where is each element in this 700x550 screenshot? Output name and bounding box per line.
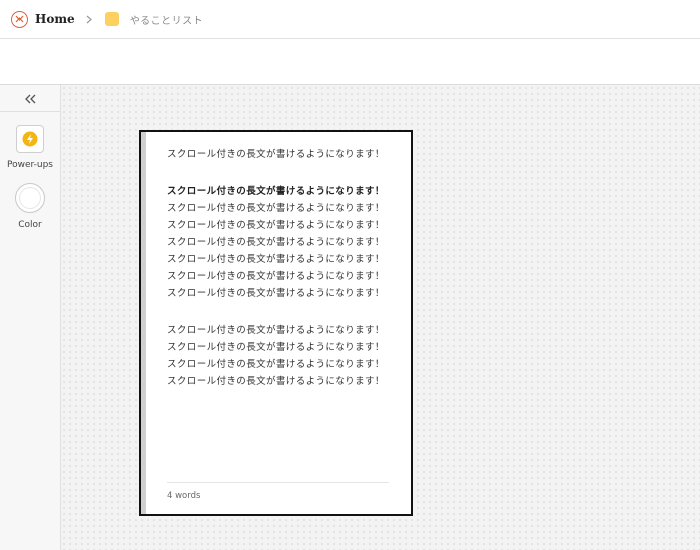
sidebar: Power-ups Color xyxy=(0,85,61,550)
logo-icon[interactable] xyxy=(11,10,28,28)
toolbar xyxy=(0,39,700,85)
color-label: Color xyxy=(18,220,42,230)
breadcrumb-home[interactable]: Home xyxy=(35,12,75,26)
note-bold-text: スクロール付きの長文が書けるようになります！ xyxy=(167,186,385,197)
note-word-count: 4 words xyxy=(167,482,389,501)
collapse-double-chevron-icon xyxy=(24,89,37,108)
chevron-right-icon xyxy=(86,15,92,24)
powerups-button[interactable] xyxy=(16,125,44,153)
note-side-bar xyxy=(141,132,146,514)
note-body[interactable]: スクロール付きの長文が書けるようになります！ スクロール付きの長文が書けるように… xyxy=(167,146,389,466)
powerups-tool[interactable]: Power-ups xyxy=(0,112,60,170)
lightning-icon xyxy=(22,131,38,147)
note-paragraph: スクロール付きの長文が書けるようになります！ xyxy=(167,149,385,160)
note-fade-overlay xyxy=(167,406,389,466)
color-circle-icon[interactable] xyxy=(15,183,45,213)
color-tool[interactable]: Color xyxy=(0,170,60,230)
note-paragraph: スクロール付きの長文が書けるようになります！スクロール付きの長文が書けるようにな… xyxy=(167,183,389,302)
collapse-sidebar-button[interactable] xyxy=(0,85,60,112)
note-card[interactable]: スクロール付きの長文が書けるようになります！ スクロール付きの長文が書けるように… xyxy=(139,130,413,516)
top-bar: Home やることリスト xyxy=(0,0,700,39)
powerups-label: Power-ups xyxy=(7,160,53,170)
note-text: スクロール付きの長文が書けるようになります！スクロール付きの長文が書けるようにな… xyxy=(167,203,385,299)
board-color-icon xyxy=(104,12,119,26)
breadcrumb-board[interactable]: やることリスト xyxy=(130,12,204,27)
note-paragraph: スクロール付きの長文が書けるようになります！スクロール付きの長文が書けるようにな… xyxy=(167,325,385,387)
